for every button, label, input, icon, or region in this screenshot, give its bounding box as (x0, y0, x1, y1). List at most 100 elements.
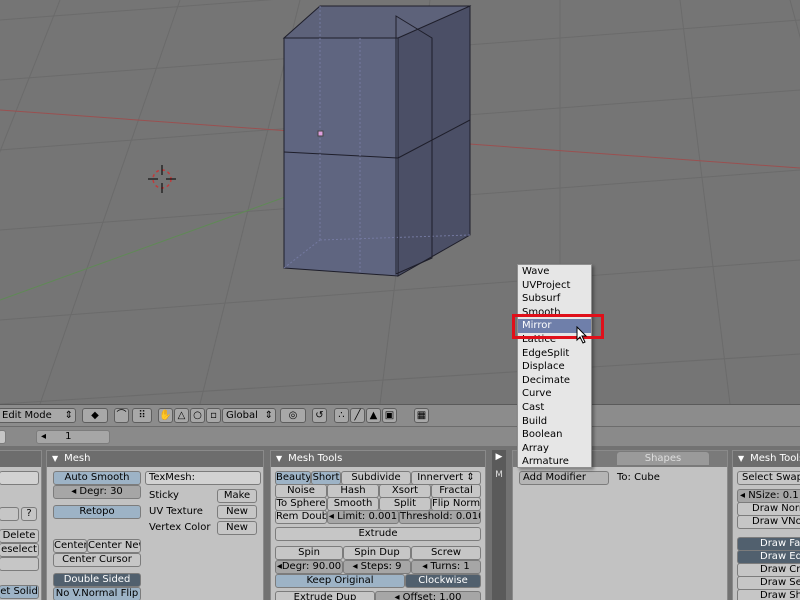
hand-icon[interactable]: ✋ (158, 408, 173, 423)
split-button[interactable]: Split (379, 497, 431, 511)
object-type-icon[interactable]: ◆ (82, 408, 108, 423)
panel-header[interactable]: ▼ Mesh Tools (271, 451, 485, 467)
uv-texture-new-button[interactable]: New (217, 505, 257, 519)
frame-field[interactable]: ◂ 1 (36, 430, 110, 444)
menu-item-array[interactable]: Array (518, 442, 591, 456)
draw-vnormals-toggle[interactable]: Draw VNorm (737, 515, 800, 529)
menu-item-curve[interactable]: Curve (518, 387, 591, 401)
snap-grid-icon[interactable]: ⠿ (132, 408, 152, 423)
panel-toggle-button[interactable] (0, 430, 6, 444)
spin-dup-button[interactable]: Spin Dup (343, 546, 411, 560)
draw-faces-toggle[interactable]: Draw Fac (737, 537, 800, 551)
scale-manipulator-icon[interactable]: ○ (190, 408, 205, 423)
add-modifier-menu[interactable]: Add Modifier (519, 471, 609, 485)
draw-sharp-toggle[interactable]: Draw Sha (737, 589, 800, 600)
offset-field[interactable]: ◂ Offset: 1.00 (375, 591, 481, 600)
beauty-toggle[interactable]: Beauty (275, 471, 311, 485)
noise-button[interactable]: Noise (275, 484, 327, 498)
extrude-dup-button[interactable]: Extrude Dup (275, 591, 375, 600)
sticky-label: Sticky (149, 490, 179, 501)
limit-field[interactable]: ◂ Limit: 0.001 (327, 510, 399, 524)
nsize-field[interactable]: ◂ NSize: 0.1 (737, 489, 800, 503)
double-sided-toggle[interactable]: Double Sided (53, 573, 141, 587)
clockwise-toggle[interactable]: Clockwise (405, 574, 481, 588)
buttons-window: ? Delete eselect et Solid ▼ Mesh Auto Smo… (0, 446, 800, 600)
smooth-button[interactable]: Smooth (327, 497, 379, 511)
blank-button[interactable] (0, 507, 19, 521)
draw-normals-toggle[interactable]: Draw Norm (737, 502, 800, 516)
menu-item-subsurf[interactable]: Subsurf (518, 292, 591, 306)
menu-item-boolean[interactable]: Boolean (518, 428, 591, 442)
collapse-triangle-icon: ▼ (738, 454, 745, 463)
orientation-select[interactable]: Global ⇕ (222, 408, 276, 423)
sticky-make-button[interactable]: Make (217, 489, 257, 503)
draw-edges-toggle[interactable]: Draw Edg (737, 550, 800, 564)
center-new-button[interactable]: Center New (87, 539, 141, 553)
hash-button[interactable]: Hash (327, 484, 379, 498)
subdivide-button[interactable]: Subdivide (341, 471, 411, 485)
edge-select-icon[interactable]: ╱ (350, 408, 365, 423)
play-arrow-icon[interactable]: ▶ (492, 452, 506, 462)
threshold-field[interactable]: Threshold: 0.010 (399, 510, 481, 524)
extrude-button[interactable]: Extrude (275, 527, 481, 541)
panel-header[interactable]: ▼ Mesh (47, 451, 263, 467)
menu-item-uvproject[interactable]: UVProject (518, 279, 591, 293)
center-cursor-button[interactable]: Center Cursor (53, 553, 141, 567)
menu-item-edgesplit[interactable]: EdgeSplit (518, 347, 591, 361)
vertex-color-new-button[interactable]: New (217, 521, 257, 535)
proportional-edit-icon[interactable]: ◎ (280, 408, 306, 423)
chevron-down-icon: ⇕ (264, 410, 273, 421)
blank-button[interactable] (0, 557, 39, 571)
face-select-icon[interactable]: ▲ (366, 408, 381, 423)
steps-field[interactable]: ◂ Steps: 9 (343, 560, 411, 574)
menu-item-displace[interactable]: Displace (518, 360, 591, 374)
draw-seams-toggle[interactable]: Draw Sea (737, 576, 800, 590)
draw-creases-toggle[interactable]: Draw Crea (737, 563, 800, 577)
turns-field[interactable]: ◂ Turns: 1 (411, 560, 481, 574)
deselect-button[interactable]: eselect (0, 543, 39, 557)
no-v-normal-flip-toggle[interactable]: No V.Normal Flip (53, 587, 141, 600)
menu-item-decimate[interactable]: Decimate (518, 374, 591, 388)
to-sphere-button[interactable]: To Sphere (275, 497, 327, 511)
cube-mesh[interactable] (282, 5, 472, 277)
menu-item-armature[interactable]: Armature (518, 455, 591, 469)
xsort-button[interactable]: Xsort (379, 484, 431, 498)
keep-original-toggle[interactable]: Keep Original (275, 574, 405, 588)
undo-icon[interactable]: ↺ (312, 408, 327, 423)
mode-select[interactable]: Edit Mode ⇕ (0, 408, 76, 423)
menu-item-build[interactable]: Build (518, 415, 591, 429)
center-button[interactable]: Center (53, 539, 87, 553)
name-field[interactable] (0, 471, 39, 485)
screw-button[interactable]: Screw (411, 546, 481, 560)
spin-button[interactable]: Spin (275, 546, 343, 560)
short-toggle[interactable]: Short (311, 471, 341, 485)
spin-degr-field[interactable]: ◂Degr: 90.00 (275, 560, 343, 574)
fractal-button[interactable]: Fractal (431, 484, 481, 498)
rotate-manipulator-icon[interactable]: △ (174, 408, 189, 423)
innervert-select[interactable]: Innervert ⇕ (411, 471, 481, 485)
texmesh-field[interactable]: TexMesh: (145, 471, 261, 485)
collapse-triangle-icon: ▼ (276, 454, 283, 463)
3d-view-header: Edit Mode ⇕ ◆ ⌒ ⠿ ✋ △ ○ ▫ Global ⇕ ◎ ↺ ∴… (0, 404, 800, 426)
panel-mesh-tools-more: ▼ Mesh Tools Select Swap ◂ NSize: 0.1 Dra… (732, 450, 800, 600)
panel-header[interactable]: ▼ Mesh Tools (733, 451, 800, 467)
flip-normal-button[interactable]: Flip Normal (431, 497, 481, 511)
3d-viewport[interactable] (0, 0, 800, 404)
set-solid-button[interactable]: et Solid (0, 585, 39, 599)
occlude-icon[interactable]: ▣ (382, 408, 397, 423)
degr-field[interactable]: ◂ Degr: 30 (53, 485, 141, 499)
uv-texture-label: UV Texture (149, 506, 203, 517)
help-button[interactable]: ? (21, 507, 37, 521)
tab-shapes[interactable]: Shapes (617, 452, 709, 465)
select-swap-button[interactable]: Select Swap (737, 471, 800, 485)
auto-smooth-toggle[interactable]: Auto Smooth (53, 471, 141, 485)
delete-button[interactable]: Delete (0, 529, 39, 543)
translate-manipulator-icon[interactable]: ▫ (206, 408, 221, 423)
menu-item-wave[interactable]: Wave (518, 265, 591, 279)
retopo-toggle[interactable]: Retopo (53, 505, 141, 519)
render-icon[interactable]: ▦ (414, 408, 429, 423)
pivot-icon[interactable]: ⌒ (114, 408, 129, 423)
vertex-select-icon[interactable]: ∴ (334, 408, 349, 423)
rem-doubles-button[interactable]: Rem Doubl (275, 510, 327, 524)
menu-item-cast[interactable]: Cast (518, 401, 591, 415)
